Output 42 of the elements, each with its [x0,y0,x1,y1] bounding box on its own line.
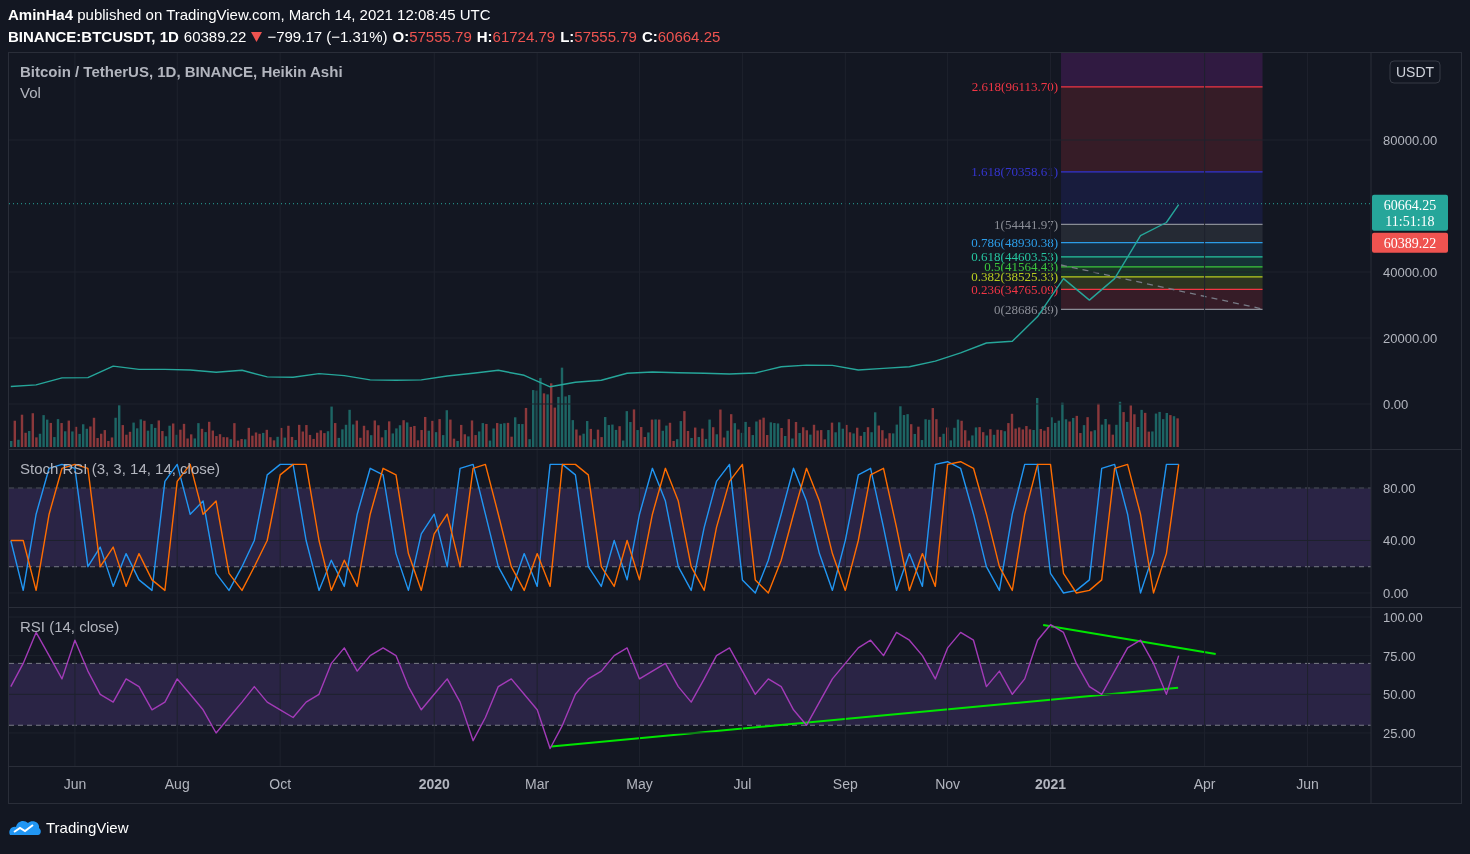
time-axis-label: Jun [1296,776,1319,792]
legend-text: Vol [20,84,41,101]
axis-label: 75.00 [1383,648,1416,664]
ohlc-value: L:57555.79 [560,27,637,47]
ohlc-value: O:57555.79 [392,27,472,47]
time-axis-label: May [626,776,653,792]
fib-level-label: 1.618(70358.61) [971,164,1058,180]
axis-label: 100.00 [1383,609,1423,625]
axis-label: 0.00 [1383,397,1409,412]
time-axis-label: Jun [63,776,87,792]
axis-label: 50.00 [1383,687,1416,703]
price-change: −799.17 (−1.31%) [267,27,388,47]
axis-label: 40000.00 [1383,265,1438,280]
last-price: 60389.22 [183,27,247,47]
time-axis-label: 2021 [1034,776,1067,792]
legend-text: RSI (14, close) [20,618,120,635]
ohlc-value: C:60664.25 [641,27,721,47]
time-axis-label: Sep [832,776,858,792]
symbol-name: BINANCE:BTCUSDT, 1D [8,27,179,47]
time-axis-label: Apr [1193,776,1216,792]
axis-label: 25.00 [1383,726,1416,741]
time-axis-label: Aug [164,776,190,792]
axis-label: 80.00 [1383,481,1416,496]
brand-name: TradingView [46,818,129,836]
axis-label: 40.00 [1383,533,1416,549]
time-axis-label: Nov [935,776,961,792]
axis-label: 20000.00 [1383,331,1438,346]
publish-info: AminHa4 published on TradingView.com, March 14, 2021 12:08:45 UTC [8,5,491,25]
axis-label: 0.00 [1383,586,1409,601]
axis-label: 80000.00 [1383,133,1438,148]
price-tag: 60664.25 11:51:18 [1372,194,1448,231]
currency-badge[interactable]: USDT [1389,60,1441,84]
time-axis-label: Jul [733,776,752,792]
fib-level-label: 1(54441.97) [994,216,1058,232]
time-axis-label: 2020 [418,776,450,792]
price-tag: 60389.22 [1372,232,1448,253]
time-axis-label: Oct [269,776,292,792]
time-axis-label: Mar [525,776,550,792]
fib-level-label: 0.786(48930.38) [971,235,1058,251]
legend-text: Bitcoin / TetherUS, 1D, BINANCE, Heikin Ashi [20,63,343,80]
fib-level-label: 2.618(96113.70) [971,79,1058,95]
ohlc-value: H:61724.79 [476,27,556,47]
